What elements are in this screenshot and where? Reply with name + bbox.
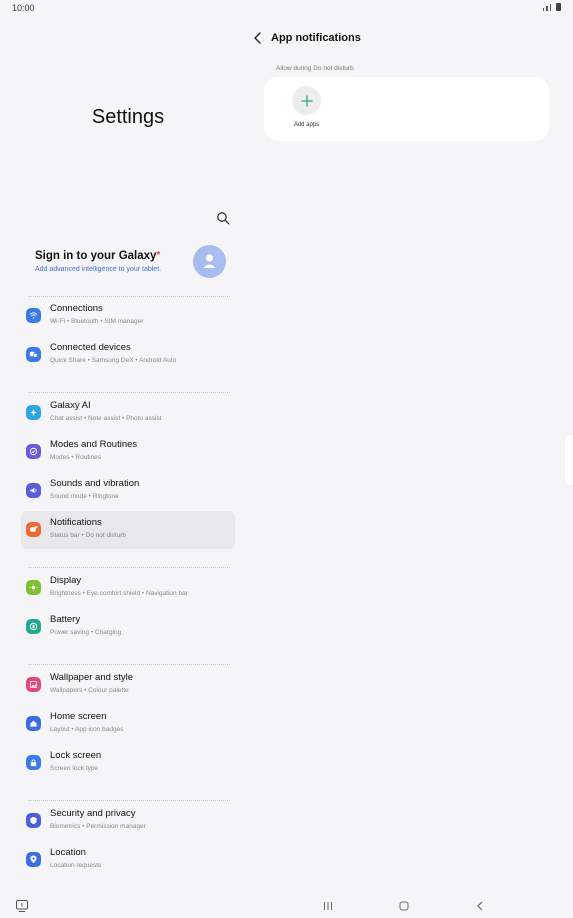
settings-item-title: Galaxy AI [50, 400, 91, 411]
check-circle-icon [26, 444, 41, 459]
search-icon[interactable] [216, 211, 230, 225]
location-pin-icon [26, 852, 41, 867]
settings-item-title: Battery [50, 614, 81, 625]
settings-item-subtitle: Modes • Routines [50, 454, 102, 461]
settings-item-subtitle: Wi-Fi • Bluetooth • SIM manager [50, 318, 144, 325]
sun-icon [26, 580, 41, 595]
section-divider [28, 664, 230, 665]
recent-apps-icon[interactable] [321, 899, 335, 913]
settings-pane: Settings Sign in to your Galaxy* Add adv… [0, 16, 256, 896]
lock-icon [26, 755, 41, 770]
settings-item-sounds-and-vibration[interactable]: Sounds and vibration Sound mode • Rington… [21, 472, 235, 510]
settings-item-subtitle: Location requests [50, 862, 102, 869]
settings-item-subtitle: Sound mode • Ringtone [50, 493, 119, 500]
signal-icon [542, 8, 544, 11]
settings-item-location[interactable]: Location Location requests [21, 841, 235, 879]
allowed-apps-card: Add apps [264, 77, 549, 141]
page-title: Settings [91, 106, 165, 128]
settings-item-lock-screen[interactable]: Lock screen Screen lock type [21, 744, 235, 782]
detail-pane: App notifications Allow during Do not di… [254, 16, 573, 896]
detail-title: App notifications [271, 32, 361, 44]
battery-icon [26, 619, 41, 634]
section-label: Allow during Do not disturb [276, 65, 354, 72]
back-button-icon[interactable] [473, 899, 487, 913]
navigation-bar [0, 896, 573, 918]
section-divider [28, 392, 230, 393]
wallpaper-icon [26, 677, 41, 692]
account-subtitle: Add advanced intelligence to your tablet… [35, 266, 162, 273]
battery-status-icon [556, 3, 561, 11]
settings-item-title: Connections [50, 303, 103, 314]
settings-item-wallpaper-and-style[interactable]: Wallpaper and style Wallpapers • Colour p… [21, 666, 235, 704]
home-icon [26, 716, 41, 731]
person-icon [203, 254, 216, 268]
settings-item-title: Location [50, 847, 86, 858]
settings-item-display[interactable]: Display Brightness • Eye comfort shield •… [21, 569, 235, 607]
settings-item-connections[interactable]: Connections Wi-Fi • Bluetooth • SIM manag… [21, 297, 235, 335]
settings-item-subtitle: Wallpapers • Colour palette [50, 687, 129, 694]
settings-item-connected-devices[interactable]: Connected devices Quick Share • Samsung D… [21, 336, 235, 374]
settings-item-subtitle: Chat assist • Note assist • Photo assist [50, 415, 162, 422]
section-divider [28, 800, 230, 801]
settings-item-title: Lock screen [50, 750, 102, 761]
wifi-icon [26, 308, 41, 323]
settings-item-subtitle: Biometrics • Permission manager [50, 823, 146, 830]
sparkle-icon [26, 405, 41, 420]
settings-item-notifications[interactable]: Notifications Status bar • Do not disturb [21, 511, 235, 549]
settings-item-security-and-privacy[interactable]: Security and privacy Biometrics • Permiss… [21, 802, 235, 840]
devices-icon [26, 347, 41, 362]
settings-item-home-screen[interactable]: Home screen Layout • App icon badges [21, 705, 235, 743]
settings-item-title: Wallpaper and style [50, 672, 134, 683]
settings-item-galaxy-ai[interactable]: Galaxy AI Chat assist • Note assist • Pho… [21, 394, 235, 432]
account-card[interactable]: Sign in to your Galaxy* Add advanced int… [22, 238, 234, 288]
status-bar: 10:00 [0, 0, 573, 16]
settings-item-subtitle: Brightness • Eye comfort shield • Naviga… [50, 590, 188, 597]
settings-item-battery[interactable]: Battery Power saving • Charging [21, 608, 235, 646]
settings-item-subtitle: Layout • App icon badges [50, 726, 124, 733]
account-title: Sign in to your Galaxy* [35, 250, 161, 262]
status-time: 10:00 [12, 3, 35, 13]
notification-icon [26, 522, 41, 537]
settings-item-title: Home screen [50, 711, 107, 722]
settings-item-subtitle: Quick Share • Samsung DeX • Android Auto [50, 357, 177, 364]
settings-item-title: Notifications [50, 517, 102, 528]
settings-item-title: Modes and Routines [50, 439, 138, 450]
settings-item-modes-and-routines[interactable]: Modes and Routines Modes • Routines [21, 433, 235, 471]
screenshot-icon[interactable] [15, 899, 29, 913]
status-icons [542, 3, 561, 11]
edge-panel-handle[interactable] [565, 435, 573, 485]
speaker-icon [26, 483, 41, 498]
settings-item-title: Security and privacy [50, 808, 136, 819]
home-button-icon[interactable] [397, 899, 411, 913]
shield-icon [26, 813, 41, 828]
settings-item-subtitle: Screen lock type [50, 765, 99, 772]
section-divider [28, 567, 230, 568]
settings-item-title: Connected devices [50, 342, 131, 353]
settings-item-subtitle: Power saving • Charging [50, 629, 122, 636]
notification-dot: * [156, 250, 161, 261]
settings-item-subtitle: Status bar • Do not disturb [50, 532, 126, 539]
settings-item-title: Display [50, 575, 82, 586]
back-arrow-icon[interactable] [252, 31, 264, 45]
avatar[interactable] [193, 245, 226, 278]
plus-icon [301, 95, 312, 106]
add-apps-label: Add apps [293, 122, 320, 128]
add-apps-button[interactable] [292, 86, 321, 115]
settings-item-title: Sounds and vibration [50, 478, 140, 489]
